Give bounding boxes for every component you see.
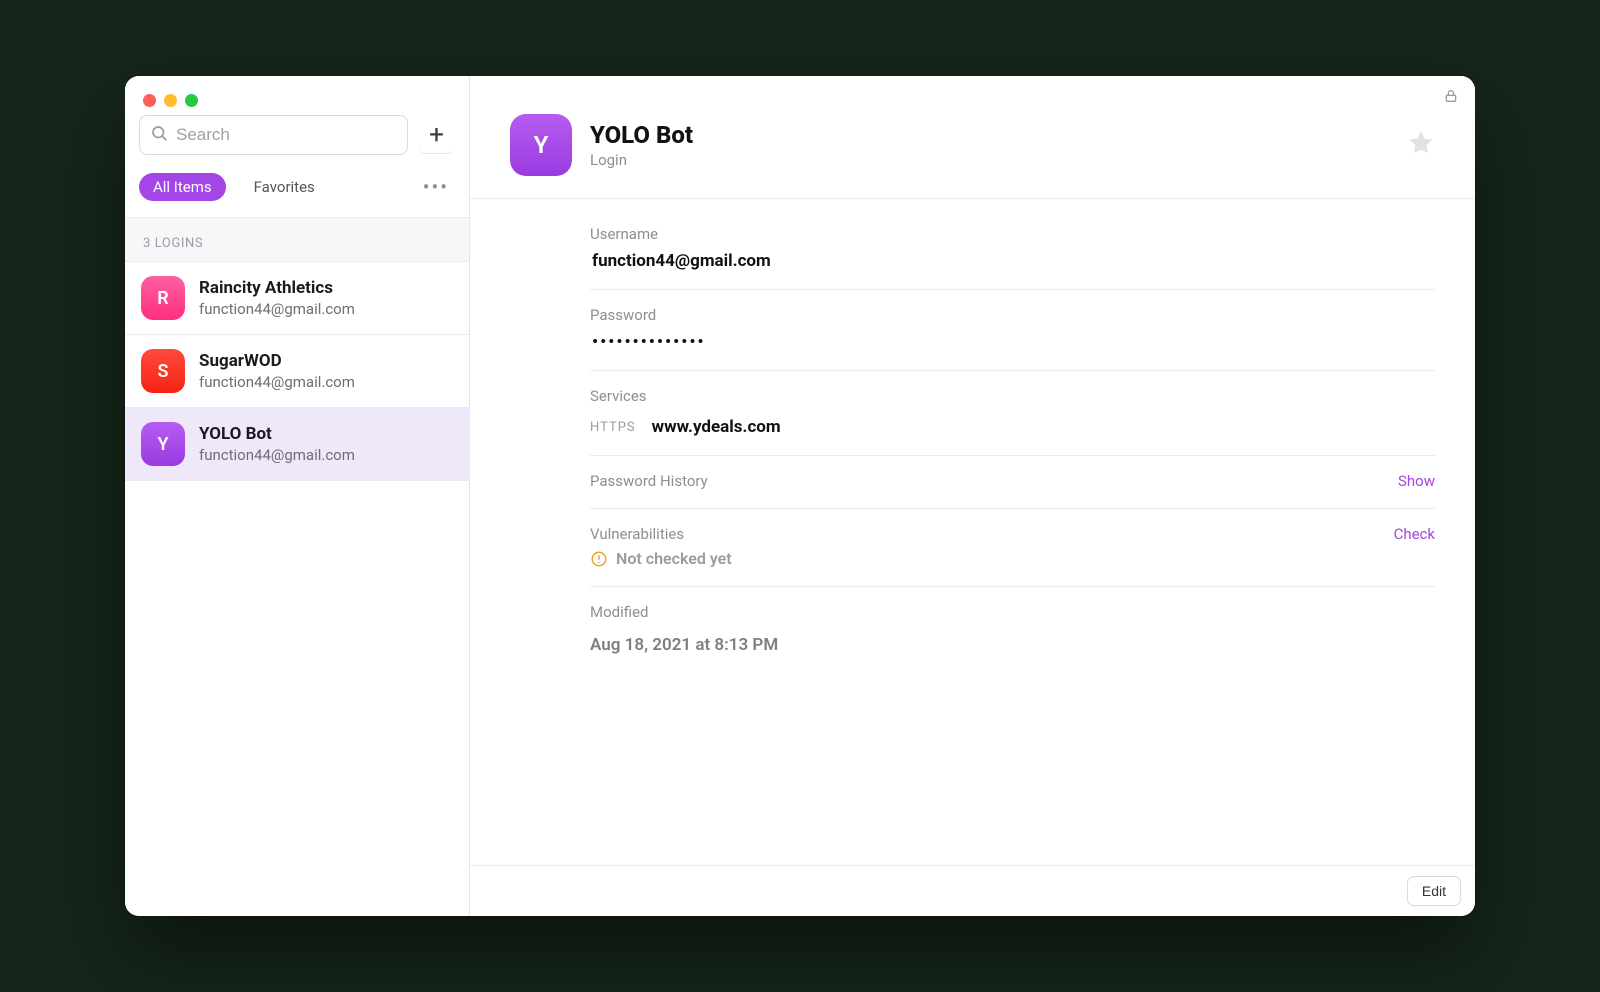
modified-value: Aug 18, 2021 at 8:13 PM: [590, 629, 1435, 655]
warning-icon: [590, 550, 608, 568]
field-label: Modified: [590, 603, 1435, 621]
list-item-title: SugarWOD: [199, 351, 355, 371]
list-item-title: YOLO Bot: [199, 424, 355, 444]
plus-icon: +: [429, 122, 444, 148]
vulnerability-status: Not checked yet: [616, 549, 732, 568]
detail-title: YOLO Bot: [590, 121, 693, 149]
field-label: Vulnerabilities: [590, 525, 684, 543]
detail-pane: Y YOLO Bot Login Username function44@gma…: [470, 76, 1475, 916]
field-label: Password: [590, 306, 1435, 324]
search-row: +: [125, 115, 469, 165]
app-window: + All Items Favorites ••• 3 LOGINS R Rai…: [125, 76, 1475, 916]
add-item-button[interactable]: +: [418, 116, 455, 154]
service-host: www.ydeals.com: [650, 417, 781, 437]
field-label: Password History: [590, 472, 708, 490]
more-options-button[interactable]: •••: [417, 171, 455, 203]
window-controls: [125, 76, 469, 115]
favorite-star-icon[interactable]: [1407, 129, 1435, 161]
zoom-window-button[interactable]: [185, 94, 198, 107]
list-item-sub: function44@gmail.com: [199, 446, 355, 464]
sidebar: + All Items Favorites ••• 3 LOGINS R Rai…: [125, 76, 470, 916]
section-header: 3 LOGINS: [125, 218, 469, 262]
search-field[interactable]: [139, 115, 408, 155]
list-item[interactable]: Y YOLO Bot function44@gmail.com: [125, 408, 469, 481]
filter-favorites[interactable]: Favorites: [240, 173, 329, 201]
modified-field: Modified Aug 18, 2021 at 8:13 PM: [590, 587, 1435, 673]
check-vulnerabilities-button[interactable]: Check: [1394, 525, 1435, 543]
detail-header: Y YOLO Bot Login: [470, 108, 1475, 199]
detail-body: Username function44@gmail.com Password •…: [470, 199, 1475, 693]
traffic-lights: [143, 94, 198, 107]
filter-pills: All Items Favorites: [139, 173, 329, 201]
lock-icon[interactable]: [1443, 88, 1459, 108]
vulnerabilities-field: Vulnerabilities Check Not checked yet: [590, 509, 1435, 587]
password-history-field: Password History Show: [590, 456, 1435, 509]
field-label: Services: [590, 387, 1435, 405]
login-list: R Raincity Athletics function44@gmail.co…: [125, 262, 469, 916]
field-label: Username: [590, 225, 1435, 243]
list-item-sub: function44@gmail.com: [199, 373, 355, 391]
detail-avatar: Y: [510, 114, 572, 176]
list-item[interactable]: R Raincity Athletics function44@gmail.co…: [125, 262, 469, 335]
detail-subtitle: Login: [590, 151, 693, 169]
list-item[interactable]: S SugarWOD function44@gmail.com: [125, 335, 469, 408]
detail-footer: Edit: [470, 865, 1475, 916]
search-input[interactable]: [176, 125, 397, 145]
username-value: function44@gmail.com: [590, 251, 1435, 271]
password-value: ••••••••••••••: [590, 332, 1435, 352]
filter-all-items[interactable]: All Items: [139, 173, 226, 201]
list-item-sub: function44@gmail.com: [199, 300, 355, 318]
close-window-button[interactable]: [143, 94, 156, 107]
avatar: Y: [141, 422, 185, 466]
avatar: S: [141, 349, 185, 393]
password-field[interactable]: Password ••••••••••••••: [590, 290, 1435, 371]
avatar: R: [141, 276, 185, 320]
edit-button[interactable]: Edit: [1407, 876, 1461, 906]
services-field[interactable]: Services HTTPS www.ydeals.com: [590, 371, 1435, 456]
filter-row: All Items Favorites •••: [125, 165, 469, 218]
minimize-window-button[interactable]: [164, 94, 177, 107]
username-field[interactable]: Username function44@gmail.com: [590, 209, 1435, 290]
list-item-title: Raincity Athletics: [199, 278, 355, 298]
search-icon: [150, 124, 168, 146]
service-protocol: HTTPS: [590, 420, 636, 435]
show-history-button[interactable]: Show: [1398, 472, 1435, 490]
